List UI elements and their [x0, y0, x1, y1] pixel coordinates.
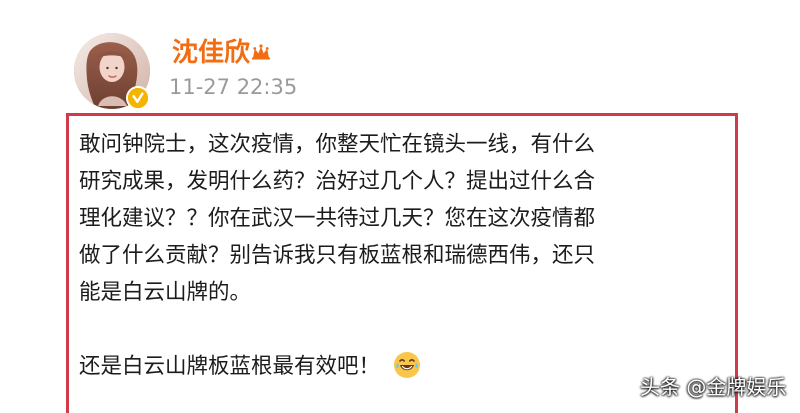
laughing-with-tears-emoji-icon	[393, 351, 421, 379]
post-line-final-text: 还是白云山牌板蓝根最有效吧！	[79, 354, 381, 379]
post-line: 理化建议？？你在武汉一共待过几天？您在这次疫情都	[79, 206, 596, 231]
post-line: 敢问钟院士，这次疫情，你整天忙在镜头一线，有什么	[79, 132, 596, 157]
post-line-empty	[79, 311, 729, 348]
crown-icon	[251, 44, 271, 60]
watermark: 头条 @金牌娱乐	[640, 375, 787, 399]
post-line: 研究成果，发明什么药？治好过几个人？提出过什么合	[79, 169, 596, 194]
post-content-box: 敢问钟院士，这次疫情，你整天忙在镜头一线，有什么 研究成果，发明什么药？治好过几…	[66, 113, 738, 413]
post-line: 能是白云山牌的。	[79, 280, 252, 305]
username[interactable]: 沈佳欣	[172, 38, 250, 68]
post-line-final: 还是白云山牌板蓝根最有效吧！	[79, 348, 729, 385]
timestamp: 11-27 22:35	[169, 75, 298, 99]
post-line: 做了什么贡献？别告诉我只有板蓝根和瑞德西伟，还只	[79, 243, 596, 268]
post-header: 沈佳欣 11-27 22:35	[0, 0, 800, 112]
post-body: 敢问钟院士，这次疫情，你整天忙在镜头一线，有什么 研究成果，发明什么药？治好过几…	[79, 126, 729, 385]
verified-badge-icon	[128, 88, 148, 108]
verified-badge	[126, 86, 150, 110]
